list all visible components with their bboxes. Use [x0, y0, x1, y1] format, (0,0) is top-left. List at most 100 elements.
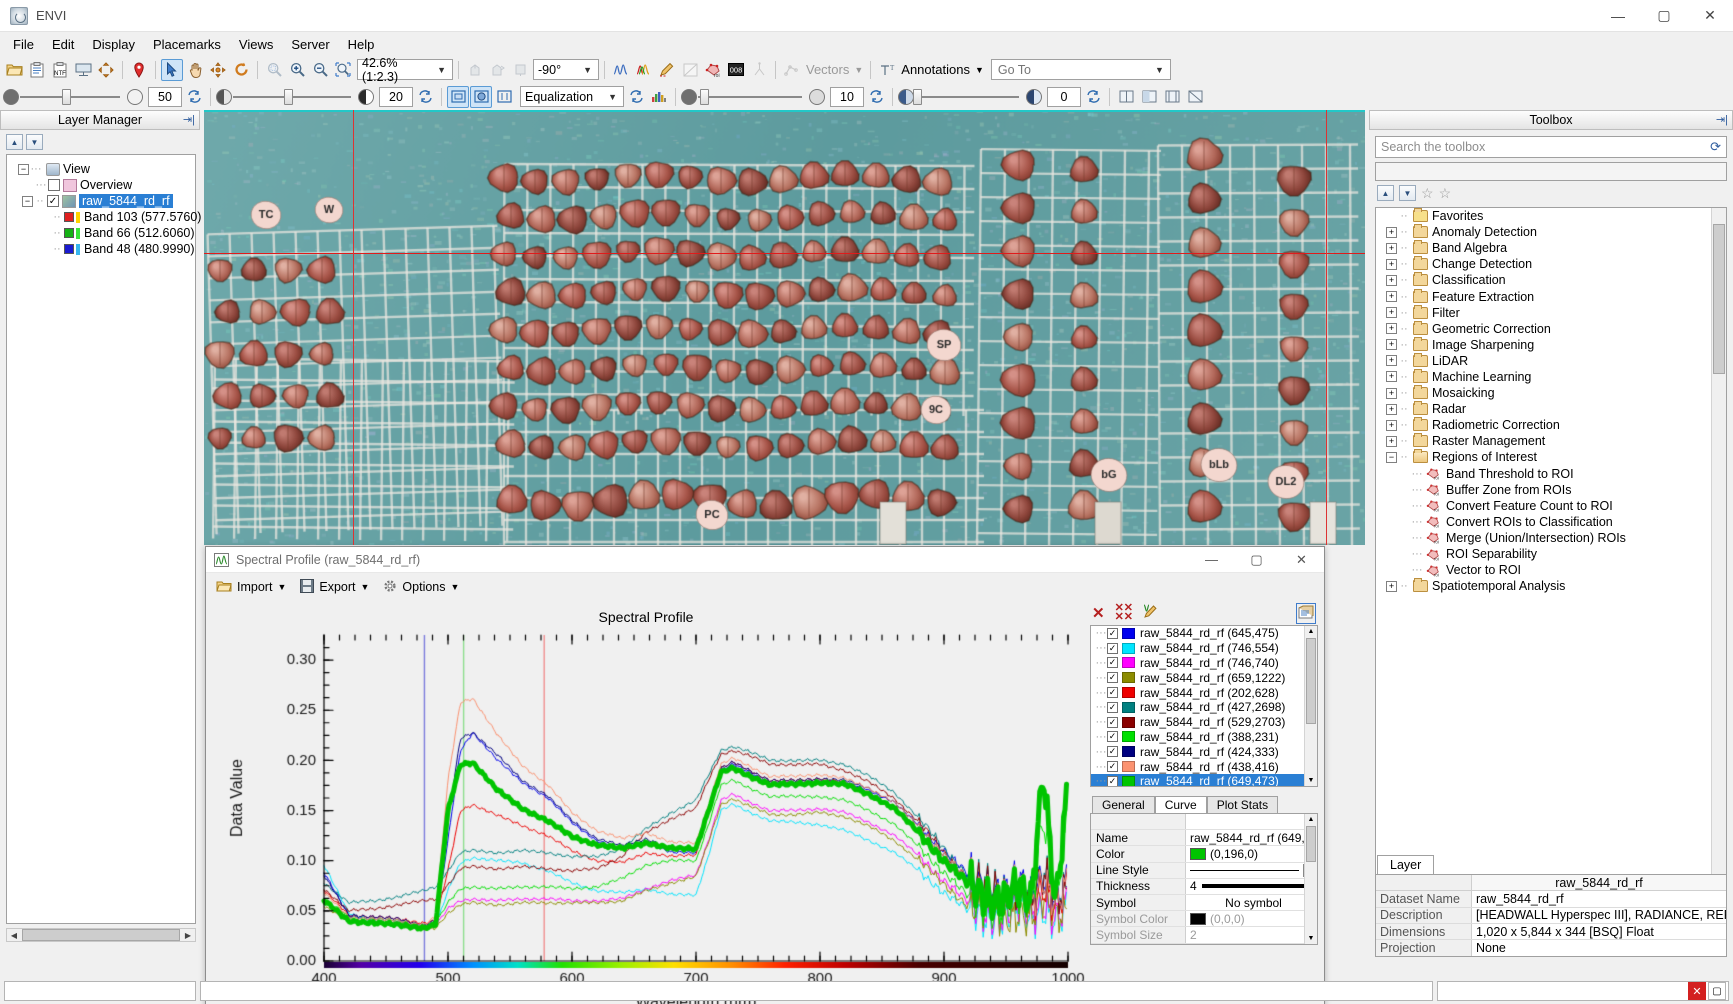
sharpen-amount-value[interactable]: 10	[830, 87, 864, 107]
move-layer-down-icon[interactable]: ▼	[26, 134, 43, 150]
cancel-task-icon[interactable]: ✕	[1688, 982, 1706, 1000]
curve-color-swatch[interactable]	[1122, 643, 1135, 654]
spectral-profile-icon[interactable]	[610, 59, 632, 81]
toolbox-node[interactable]: +··Image Sharpening	[1376, 337, 1726, 353]
property-value[interactable]: 1,020 x 5,844 x 344 [BSQ] Float	[1472, 924, 1726, 939]
chevron-down-icon[interactable]: ▼	[973, 65, 986, 75]
curve-color-swatch[interactable]	[1122, 672, 1135, 683]
curve-color-swatch[interactable]	[1122, 717, 1135, 728]
layer-properties-row[interactable]: Dataset Name raw_5844_rd_rf	[1376, 891, 1726, 907]
curve-list-item[interactable]: ···✓raw_5844_rd_rf (746,740)	[1091, 656, 1317, 671]
image-stats-icon[interactable]	[679, 59, 701, 81]
curve-property-row[interactable]: Symbol Color(0,0,0)	[1091, 911, 1317, 927]
curve-list-item[interactable]: ···✓raw_5844_rd_rf (645,475)	[1091, 626, 1317, 641]
toolbox-node[interactable]: ···roiConvert ROIs to Classification	[1376, 514, 1726, 530]
tab-curve[interactable]: Curve	[1155, 796, 1207, 813]
curve-list-item[interactable]: ···✓raw_5844_rd_rf (424,333)	[1091, 744, 1317, 759]
toolbox-search[interactable]: Search the toolbox ⟳	[1375, 136, 1727, 158]
toolbox-node[interactable]: +··Geometric Correction	[1376, 321, 1726, 337]
transparency-slider[interactable]	[20, 96, 120, 98]
layer-item-raster[interactable]: − ·· ✓ raw_5844_rd_rf	[10, 193, 192, 209]
curve-property-value[interactable]: 4	[1186, 879, 1317, 894]
blend-icon[interactable]	[1138, 86, 1160, 108]
curve-visibility-checkbox[interactable]: ✓	[1107, 643, 1118, 654]
zoom-out-icon[interactable]	[309, 59, 331, 81]
toolbox-node[interactable]: ··Favorites	[1376, 208, 1726, 224]
layer-band-green[interactable]: ·· Band 66 (512.6060)	[10, 225, 192, 241]
curve-color-swatch[interactable]	[1122, 731, 1135, 742]
curve-property-value[interactable]: ▼	[1186, 863, 1317, 878]
overview-checkbox[interactable]	[48, 179, 60, 191]
curve-color-swatch[interactable]	[1122, 702, 1135, 713]
curve-scroll-thumb[interactable]	[1306, 638, 1316, 724]
stretch-view-extent-icon[interactable]	[470, 86, 492, 108]
toolbox-node[interactable]: +··Classification	[1376, 272, 1726, 288]
toolbox-node[interactable]: ···roiVector to ROI	[1376, 562, 1726, 578]
tab-general[interactable]: General	[1092, 796, 1155, 813]
toolbox-node[interactable]: +··Radiometric Correction	[1376, 417, 1726, 433]
toolbox-node[interactable]: +··Radar	[1376, 401, 1726, 417]
menu-display[interactable]: Display	[83, 34, 144, 55]
annotations-icon[interactable]: T	[876, 59, 898, 81]
restore-task-icon[interactable]: ▢	[1708, 982, 1726, 1000]
chart-canvas[interactable]	[206, 625, 1086, 1004]
pan-hand-icon[interactable]	[184, 59, 206, 81]
reset-sharpen-icon[interactable]	[865, 86, 887, 108]
color-swatch[interactable]	[1190, 848, 1206, 860]
layer-properties-row[interactable]: Projection None	[1376, 940, 1726, 956]
tab-plot-stats[interactable]: Plot Stats	[1207, 796, 1278, 813]
props-scroll-thumb[interactable]	[1306, 826, 1316, 862]
toolbox-node[interactable]: +··Mosaicking	[1376, 385, 1726, 401]
image-view[interactable]	[204, 110, 1365, 545]
toolbox-node[interactable]: ···roiROI Separability	[1376, 546, 1726, 562]
stretch-full-extent-icon[interactable]	[447, 86, 469, 108]
curve-color-swatch[interactable]	[1122, 746, 1135, 757]
curve-property-value[interactable]: No symbol	[1186, 895, 1317, 910]
toolbox-node[interactable]: +··Band Algebra	[1376, 240, 1726, 256]
maximize-button[interactable]: ▢	[1641, 0, 1687, 32]
display-screen-icon[interactable]	[72, 59, 94, 81]
layer-properties-row[interactable]: Dimensions 1,020 x 5,844 x 344 [BSQ] Flo…	[1376, 924, 1726, 940]
property-value[interactable]: raw_5844_rd_rf	[1472, 891, 1726, 906]
layer-band-blue[interactable]: ·· Band 48 (480.9990)	[10, 241, 192, 257]
mensuration-icon[interactable]	[748, 59, 770, 81]
curve-color-swatch[interactable]	[1122, 628, 1135, 639]
spectral-library-icon[interactable]	[633, 59, 655, 81]
menu-help[interactable]: Help	[339, 34, 384, 55]
remove-favorite-icon[interactable]: ☆	[1439, 185, 1452, 202]
raster-checkbox[interactable]: ✓	[47, 195, 59, 207]
sp-maximize-button[interactable]: ▢	[1234, 547, 1279, 573]
layer-properties-row[interactable]: Description [HEADWALL Hyperspec III], RA…	[1376, 908, 1726, 924]
expand-toggle-icon[interactable]: +	[1386, 259, 1397, 270]
curve-list-item[interactable]: ···✓raw_5844_rd_rf (649,473)	[1091, 774, 1317, 787]
smooth-value[interactable]: 0	[1047, 87, 1081, 107]
curve-visibility-checkbox[interactable]: ✓	[1107, 657, 1118, 668]
toolbox-node[interactable]: +··Spatiotemporal Analysis	[1376, 578, 1726, 594]
pixel-value-icon[interactable]: 008	[725, 59, 747, 81]
rotation-combo[interactable]: -90° ▼	[533, 59, 599, 80]
zoom-fit-icon[interactable]	[263, 59, 285, 81]
toolbox-node[interactable]: +··Feature Extraction	[1376, 288, 1726, 304]
vectors-icon[interactable]	[781, 59, 803, 81]
swipe-icon[interactable]	[1184, 86, 1206, 108]
zoom-to-selection-icon[interactable]	[332, 59, 354, 81]
toolbox-node[interactable]: +··Filter	[1376, 305, 1726, 321]
reset-transparency-icon[interactable]	[183, 86, 205, 108]
add-favorite-icon[interactable]: ☆	[1421, 185, 1434, 202]
layer-band-red[interactable]: ·· Band 103 (577.5760)	[10, 209, 192, 225]
curve-visibility-checkbox[interactable]: ✓	[1107, 702, 1118, 713]
expand-all-icon[interactable]: ▼	[1399, 185, 1416, 201]
expand-toggle-icon[interactable]: +	[1386, 404, 1397, 415]
open-file-icon[interactable]	[3, 59, 25, 81]
property-value[interactable]: None	[1472, 940, 1726, 956]
curve-property-value[interactable]: raw_5844_rd_rf (649,473)	[1186, 830, 1317, 845]
expand-toggle-icon[interactable]: +	[1386, 275, 1397, 286]
close-button[interactable]: ✕	[1687, 0, 1733, 32]
reset-stretch-icon[interactable]	[625, 86, 647, 108]
chevron-down-icon[interactable]: ▼	[852, 65, 865, 75]
portal-icon[interactable]	[1115, 86, 1137, 108]
goto-input[interactable]	[996, 62, 1151, 78]
refresh-icon[interactable]: ⟳	[1710, 139, 1721, 155]
curve-visibility-checkbox[interactable]: ✓	[1107, 628, 1118, 639]
import-menu[interactable]: Import ▼	[216, 579, 286, 596]
